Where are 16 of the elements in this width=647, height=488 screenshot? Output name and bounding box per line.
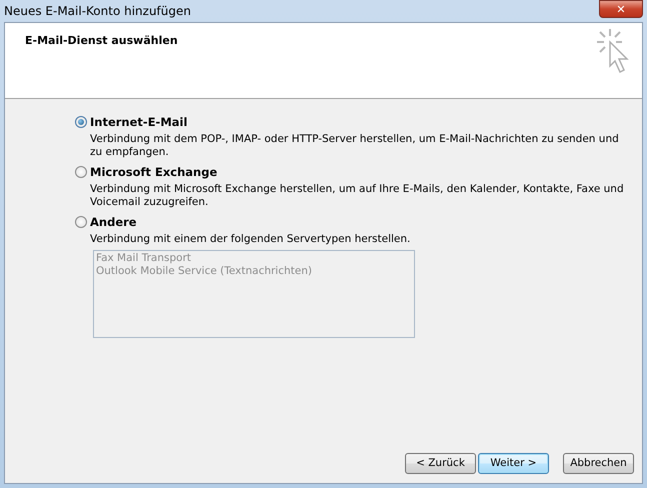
dialog-button[interactable]: < Zurück xyxy=(405,452,476,474)
radio-button[interactable] xyxy=(75,116,87,128)
radio-button[interactable] xyxy=(75,166,87,178)
radio-option[interactable]: Internet-E-Mail xyxy=(75,115,188,129)
option-description: Verbindung mit dem POP-, IMAP- oder HTTP-Server herstellen, um E-Mail-Nachrichten zu senden und zu empfangen. xyxy=(90,133,620,159)
page-title: E-Mail-Dienst auswählen xyxy=(25,34,178,47)
radio-option[interactable]: Microsoft Exchange xyxy=(75,165,218,179)
window-title: Neues E-Mail-Konto hinzufügen xyxy=(4,4,191,18)
radio-button[interactable] xyxy=(75,216,87,228)
close-button[interactable]: ✕ xyxy=(599,0,643,18)
cursor-sparkle-icon xyxy=(596,28,630,74)
option-description: Verbindung mit einem der folgenden Servertypen herstellen. xyxy=(90,233,412,246)
dialog-button[interactable]: Weiter > xyxy=(478,452,549,474)
radio-option[interactable]: Andere xyxy=(75,215,137,229)
dialog-button[interactable]: Abbrechen xyxy=(563,452,634,474)
option-description: Verbindung mit Microsoft Exchange herstellen, um auf Ihre E-Mails, den Kalender, Kontakte, Faxe und Voicemail zuzugreifen. xyxy=(90,183,625,209)
